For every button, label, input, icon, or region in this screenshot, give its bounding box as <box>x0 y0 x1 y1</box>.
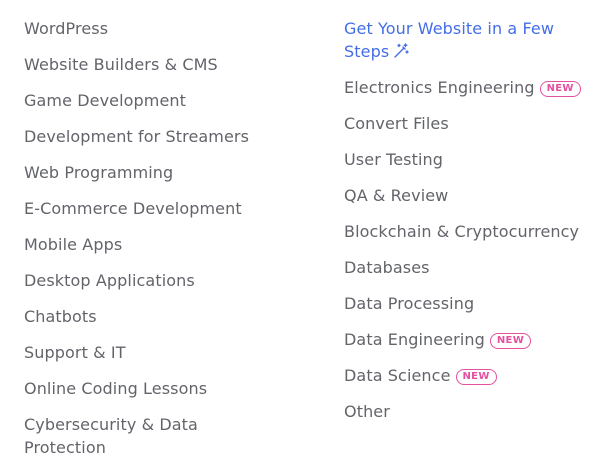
menu-item-development-for-streamers[interactable]: Development for Streamers <box>24 125 264 148</box>
menu-item-other[interactable]: Other <box>344 400 594 423</box>
category-menu: WordPress Website Builders & CMS Game De… <box>0 0 607 471</box>
menu-item-label: Data Engineering <box>344 330 485 349</box>
menu-item-support-it[interactable]: Support & IT <box>24 341 264 364</box>
menu-item-databases[interactable]: Databases <box>344 256 594 279</box>
menu-item-blockchain-cryptocurrency[interactable]: Blockchain & Cryptocurrency <box>344 220 594 243</box>
menu-item-cybersecurity-data-protection[interactable]: Cybersecurity & Data Protection <box>24 413 224 459</box>
right-category-column: Get Your Website in a Few Steps Electron… <box>344 17 594 436</box>
menu-item-data-processing[interactable]: Data Processing <box>344 292 594 315</box>
menu-item-get-your-website[interactable]: Get Your Website in a Few Steps <box>344 17 569 63</box>
menu-item-label: Electronics Engineering <box>344 78 535 97</box>
menu-item-mobile-apps[interactable]: Mobile Apps <box>24 233 264 256</box>
left-category-column: WordPress Website Builders & CMS Game De… <box>24 17 264 472</box>
menu-item-game-development[interactable]: Game Development <box>24 89 264 112</box>
menu-item-qa-review[interactable]: QA & Review <box>344 184 594 207</box>
menu-item-electronics-engineering[interactable]: Electronics Engineering NEW <box>344 76 594 99</box>
new-badge: NEW <box>489 333 532 349</box>
new-badge: NEW <box>539 81 581 97</box>
menu-item-user-testing[interactable]: User Testing <box>344 148 594 171</box>
menu-item-ecommerce-development[interactable]: E-Commerce Development <box>24 197 264 220</box>
menu-item-data-engineering[interactable]: Data Engineering NEW <box>344 328 594 351</box>
menu-item-label: Data Science <box>344 366 451 385</box>
menu-item-convert-files[interactable]: Convert Files <box>344 112 594 135</box>
menu-item-online-coding-lessons[interactable]: Online Coding Lessons <box>24 377 264 400</box>
menu-item-chatbots[interactable]: Chatbots <box>24 305 264 328</box>
menu-item-web-programming[interactable]: Web Programming <box>24 161 264 184</box>
promo-label: Get Your Website in a Few Steps <box>344 19 555 61</box>
menu-item-wordpress[interactable]: WordPress <box>24 17 264 40</box>
menu-item-data-science[interactable]: Data Science NEW <box>344 364 594 387</box>
new-badge: NEW <box>455 369 497 385</box>
menu-item-website-builders-cms[interactable]: Website Builders & CMS <box>24 53 264 76</box>
menu-item-desktop-applications[interactable]: Desktop Applications <box>24 269 264 292</box>
magic-wand-icon <box>393 42 409 58</box>
